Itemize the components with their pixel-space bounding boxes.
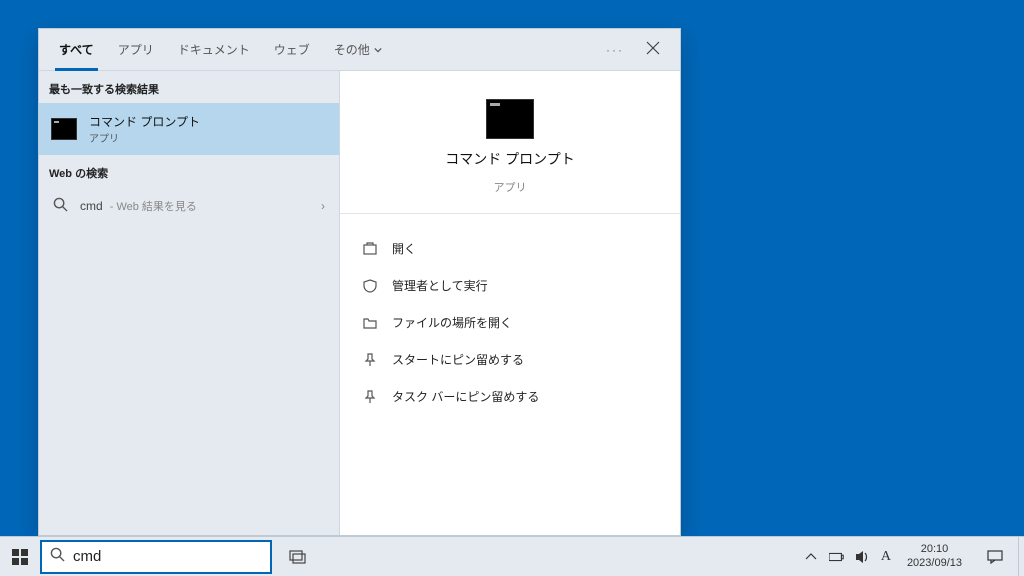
- start-button[interactable]: [0, 537, 40, 576]
- clock-time: 20:10: [921, 543, 949, 556]
- action-open[interactable]: 開く: [340, 230, 680, 267]
- tab-web[interactable]: ウェブ: [262, 29, 322, 70]
- preview-title: コマンド プロンプト: [445, 149, 574, 169]
- taskbar: A 20:10 2023/09/13: [0, 536, 1024, 576]
- ime-indicator[interactable]: A: [881, 549, 891, 565]
- chevron-down-icon: [374, 43, 382, 57]
- pin-icon: [362, 353, 378, 367]
- task-view-button[interactable]: [278, 537, 318, 576]
- action-pin-to-taskbar-label: タスク バーにピン留めする: [392, 388, 539, 405]
- folder-icon: [362, 316, 378, 330]
- best-match-title: コマンド プロンプト: [89, 113, 200, 130]
- best-match-subtitle: アプリ: [89, 130, 200, 145]
- close-icon: [646, 41, 660, 55]
- volume-icon[interactable]: [855, 550, 871, 564]
- web-search-hint: - Web 結果を見る: [107, 201, 197, 213]
- action-run-as-admin[interactable]: 管理者として実行: [340, 267, 680, 304]
- search-panel-body: 最も一致する検索結果 コマンド プロンプト アプリ Web の検索 cmd - …: [39, 71, 680, 535]
- results-column: 最も一致する検索結果 コマンド プロンプト アプリ Web の検索 cmd - …: [39, 71, 339, 535]
- action-pin-to-taskbar[interactable]: タスク バーにピン留めする: [340, 378, 680, 415]
- taskbar-search-box[interactable]: [40, 540, 272, 574]
- pin-icon: [362, 390, 378, 404]
- search-icon: [50, 547, 65, 567]
- divider: [340, 213, 680, 214]
- close-button[interactable]: [634, 41, 672, 58]
- action-open-file-location-label: ファイルの場所を開く: [392, 314, 512, 331]
- tab-apps[interactable]: アプリ: [106, 29, 166, 70]
- action-open-label: 開く: [392, 240, 416, 257]
- preview-header: コマンド プロンプト アプリ: [340, 71, 680, 213]
- search-tabs: すべて アプリ ドキュメント ウェブ その他 ···: [39, 29, 680, 71]
- show-desktop-button[interactable]: [1018, 537, 1024, 576]
- search-icon: [53, 197, 68, 215]
- preview-column: コマンド プロンプト アプリ 開く 管理者として実行 ファイルの場: [339, 71, 680, 535]
- task-view-icon: [289, 550, 307, 564]
- search-input[interactable]: [73, 548, 272, 565]
- shield-icon: [362, 279, 378, 293]
- action-pin-to-start[interactable]: スタートにピン留めする: [340, 341, 680, 378]
- best-match-header: 最も一致する検索結果: [39, 71, 339, 103]
- system-tray: A 20:10 2023/09/13: [797, 543, 1018, 569]
- tray-overflow-button[interactable]: [803, 550, 819, 564]
- notification-icon: [987, 550, 1003, 564]
- web-search-item[interactable]: cmd - Web 結果を見る ›: [39, 187, 339, 225]
- tab-other-label: その他: [334, 41, 370, 58]
- clock-date: 2023/09/13: [907, 557, 962, 570]
- best-match-text: コマンド プロンプト アプリ: [89, 113, 200, 145]
- tab-all[interactable]: すべて: [47, 29, 106, 70]
- desktop: すべて アプリ ドキュメント ウェブ その他 ··· 最も一致する検索結果 コマ…: [0, 0, 1024, 576]
- action-open-file-location[interactable]: ファイルの場所を開く: [340, 304, 680, 341]
- preview-subtitle: アプリ: [494, 179, 527, 195]
- best-match-result[interactable]: コマンド プロンプト アプリ: [39, 103, 339, 155]
- open-icon: [362, 242, 378, 256]
- chevron-right-icon: ›: [321, 199, 325, 213]
- tab-documents[interactable]: ドキュメント: [166, 29, 262, 70]
- action-run-as-admin-label: 管理者として実行: [392, 277, 488, 294]
- tab-other[interactable]: その他: [322, 29, 394, 70]
- cmd-icon: [51, 118, 77, 140]
- more-options-button[interactable]: ···: [596, 43, 634, 57]
- web-search-term: cmd: [80, 199, 103, 213]
- clock[interactable]: 20:10 2023/09/13: [901, 543, 968, 569]
- web-search-header: Web の検索: [39, 155, 339, 187]
- chevron-up-icon: [803, 550, 819, 564]
- windows-icon: [12, 549, 28, 565]
- search-panel: すべて アプリ ドキュメント ウェブ その他 ··· 最も一致する検索結果 コマ…: [38, 28, 681, 536]
- action-list: 開く 管理者として実行 ファイルの場所を開く スタートにピン留めする: [340, 224, 680, 421]
- cmd-icon: [486, 99, 534, 139]
- battery-icon[interactable]: [829, 550, 845, 564]
- action-center-button[interactable]: [978, 550, 1012, 564]
- action-pin-to-start-label: スタートにピン留めする: [392, 351, 524, 368]
